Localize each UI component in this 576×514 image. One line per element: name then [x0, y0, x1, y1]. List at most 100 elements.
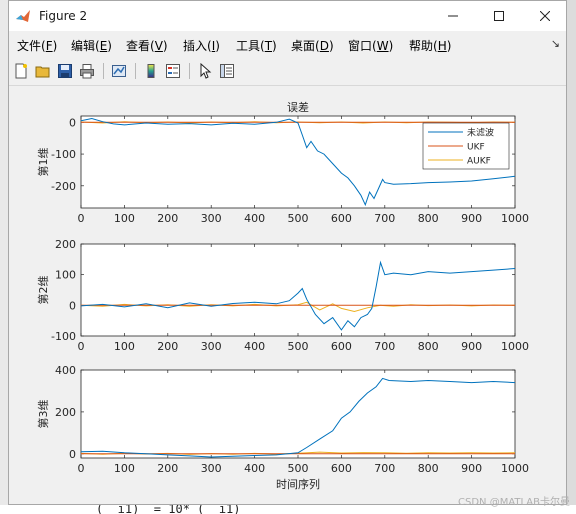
maximize-icon	[494, 11, 504, 21]
maximize-button[interactable]	[476, 1, 522, 31]
minimize-icon	[448, 15, 458, 17]
new-figure-icon	[15, 63, 27, 79]
menu-help[interactable]: 帮助(H)	[409, 37, 451, 54]
background-desktop-right	[567, 0, 576, 514]
x-axis-label: 时间序列	[276, 477, 320, 491]
x-tick-label: 800	[418, 462, 439, 475]
y-tick-label: -200	[51, 180, 76, 193]
save-button[interactable]	[55, 61, 75, 81]
menu-window[interactable]: 窗口(W)	[348, 37, 393, 54]
figure-canvas[interactable]: 0 100 200 300 400 500 600 700 800 900 1000-200-100…	[9, 86, 566, 504]
dock-figure-icon[interactable]: ↘	[551, 37, 560, 50]
x-tick-label: 400	[244, 340, 265, 353]
x-tick-label: 1000	[501, 212, 529, 225]
minimize-button[interactable]	[430, 1, 476, 31]
toolbar-separator	[103, 63, 104, 79]
legend-entry: AUKF	[467, 157, 491, 167]
link-plot-icon	[112, 65, 126, 77]
x-tick-label: 600	[331, 340, 352, 353]
y-tick-label: -100	[51, 330, 76, 343]
print-button[interactable]	[77, 61, 97, 81]
x-tick-label: 900	[461, 212, 482, 225]
menu-edit[interactable]: 编辑(E)	[71, 37, 112, 54]
y-tick-label: 200	[55, 238, 76, 251]
y-tick-label: 200	[55, 406, 76, 419]
x-tick-label: 300	[201, 340, 222, 353]
y-tick-label: 0	[69, 116, 76, 129]
window-title: Figure 2	[39, 9, 88, 23]
x-tick-label: 1000	[501, 340, 529, 353]
plot-area	[80, 369, 516, 459]
plot-area	[80, 243, 516, 337]
title-bar: Figure 2	[9, 1, 566, 31]
toolbar-separator	[135, 63, 136, 79]
print-icon	[80, 64, 94, 79]
watermark-text: CSDN @MATLAB卡尔曼	[458, 497, 570, 508]
menu-file[interactable]: 文件(F)	[17, 37, 57, 54]
x-tick-label: 800	[418, 340, 439, 353]
x-tick-label: 700	[374, 462, 395, 475]
y-axis-label: 第1维	[36, 148, 50, 177]
menu-tools[interactable]: 工具(T)	[236, 37, 277, 54]
insert-legend-button[interactable]	[163, 61, 183, 81]
close-button[interactable]	[522, 1, 568, 31]
axes-1: 0 100 200 300 400 500 600 700 800 900 1000 -200 -100…	[36, 100, 529, 225]
x-tick-label: 500	[288, 340, 309, 353]
property-inspector-button[interactable]	[217, 61, 237, 81]
menu-insert[interactable]: 插入(I)	[183, 37, 220, 54]
figure-toolbar	[9, 57, 566, 86]
legend-entry: 未滤波	[467, 127, 494, 139]
chart-title: 误差	[287, 100, 309, 114]
x-tick-label: 900	[461, 340, 482, 353]
x-tick-label: 900	[461, 462, 482, 475]
edit-plot-button[interactable]	[195, 61, 215, 81]
x-tick-label: 700	[374, 212, 395, 225]
insert-colorbar-button[interactable]	[141, 61, 161, 81]
x-tick-label: 600	[331, 212, 352, 225]
x-tick-label: 400	[244, 212, 265, 225]
y-tick-label: 0	[69, 299, 76, 312]
y-tick-label: 100	[55, 269, 76, 282]
x-tick-label: 500	[288, 212, 309, 225]
menu-view[interactable]: 查看(V)	[126, 37, 168, 54]
menu-desktop[interactable]: 桌面(D)	[291, 37, 334, 54]
y-tick-label: -100	[51, 148, 76, 161]
x-tick-label: 200	[157, 340, 178, 353]
legend-entry: UKF	[467, 143, 485, 153]
open-file-button[interactable]	[33, 61, 53, 81]
x-tick-label: 300	[201, 212, 222, 225]
y-axis-label: 第3维	[36, 400, 50, 429]
x-tick-label: 700	[374, 340, 395, 353]
property-inspector-icon	[220, 64, 234, 78]
x-tick-label: 100	[114, 212, 135, 225]
link-plot-button[interactable]	[109, 61, 129, 81]
x-tick-label: 1000	[501, 462, 529, 475]
y-tick-label: 400	[55, 364, 76, 377]
close-icon	[540, 11, 550, 21]
matlab-icon	[16, 10, 30, 22]
x-tick-label: 0	[78, 212, 85, 225]
x-tick-label: 400	[244, 462, 265, 475]
x-tick-label: 200	[157, 462, 178, 475]
x-tick-label: 300	[201, 462, 222, 475]
insert-colorbar-icon	[147, 64, 155, 78]
x-tick-label: 500	[288, 462, 309, 475]
figure-window: Figure 2 文件(F) 编辑(E) 查看(V) 插入(I) 工具(T) 桌…	[8, 0, 567, 505]
toolbar-separator	[189, 63, 190, 79]
x-tick-label: 800	[418, 212, 439, 225]
new-figure-button[interactable]	[11, 61, 31, 81]
axes-2: 0 100 200 300 400 500 600 700 800 900 1000-1000100…	[36, 238, 529, 353]
background-code-snippet: ( i1) = 10* ( i1)	[96, 505, 241, 514]
insert-legend-icon	[166, 64, 180, 78]
x-tick-label: 200	[157, 212, 178, 225]
save-icon	[58, 64, 72, 78]
x-tick-label: 600	[331, 462, 352, 475]
x-tick-label: 0	[78, 340, 85, 353]
legend: 未滤波 UKF AUKF	[422, 122, 510, 170]
x-tick-label: 100	[114, 340, 135, 353]
y-axis-label: 第2维	[36, 276, 50, 305]
x-tick-label: 100	[114, 462, 135, 475]
open-file-icon	[35, 66, 50, 78]
menu-bar: 文件(F) 编辑(E) 查看(V) 插入(I) 工具(T) 桌面(D) 窗口(W…	[9, 31, 566, 57]
edit-plot-icon	[200, 63, 212, 79]
